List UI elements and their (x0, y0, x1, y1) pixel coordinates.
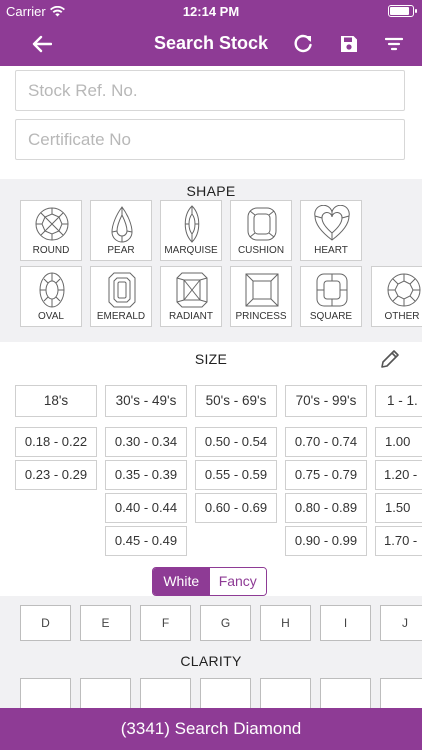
search-diamond-button[interactable]: (3341) Search Diamond (0, 708, 422, 750)
save-icon[interactable] (335, 30, 363, 58)
certificate-input[interactable] (15, 119, 405, 160)
shape-round[interactable]: ROUND (20, 200, 82, 261)
marquise-diamond-icon (184, 205, 200, 243)
emerald-diamond-icon (108, 272, 136, 308)
size-group-header[interactable]: 50's - 69's (195, 385, 277, 417)
shape-label: PRINCESS (235, 311, 287, 322)
heart-diamond-icon (314, 205, 350, 241)
size-range[interactable]: 0.18 - 0.22 (15, 427, 97, 457)
color-option[interactable]: E (80, 605, 131, 641)
search-stock-screen: Carrier 12:14 PM Search Stock SHAPE (0, 0, 422, 750)
size-range[interactable]: 0.35 - 0.39 (105, 460, 187, 490)
size-range[interactable]: 0.40 - 0.44 (105, 493, 187, 523)
size-range[interactable]: 0.23 - 0.29 (15, 460, 97, 490)
color-option[interactable]: J (380, 605, 422, 641)
size-group-header[interactable]: 70's - 99's (285, 385, 367, 417)
shape-radiant[interactable]: RADIANT (160, 266, 222, 327)
fancy-toggle-button[interactable]: Fancy (209, 568, 266, 595)
navigation-bar: Search Stock (0, 22, 422, 66)
refresh-icon[interactable] (289, 30, 317, 58)
size-range[interactable]: 1.70 - (375, 526, 422, 556)
shape-other[interactable]: OTHER (371, 266, 422, 327)
shape-label: PEAR (107, 245, 135, 256)
shape-heart[interactable]: HEART (300, 200, 362, 261)
color-option[interactable]: F (140, 605, 191, 641)
filter-icon[interactable] (380, 30, 408, 58)
size-range[interactable]: 1.20 - (375, 460, 422, 490)
clock: 12:14 PM (182, 4, 240, 19)
other-diamond-icon (387, 273, 421, 307)
shape-oval[interactable]: OVAL (20, 266, 82, 327)
shape-marquise[interactable]: MARQUISE (160, 200, 222, 261)
color-option[interactable]: H (260, 605, 311, 641)
shape-label: CUSHION (237, 245, 285, 256)
pear-diamond-icon (111, 206, 133, 243)
cushion-diamond-icon (247, 207, 277, 241)
stock-ref-input[interactable] (15, 70, 405, 111)
size-range[interactable]: 0.75 - 0.79 (285, 460, 367, 490)
size-range[interactable]: 0.70 - 0.74 (285, 427, 367, 457)
square-diamond-icon (316, 273, 348, 307)
size-range[interactable]: 0.55 - 0.59 (195, 460, 277, 490)
size-range[interactable]: 1.00 (375, 427, 422, 457)
size-heading: SIZE (194, 351, 228, 367)
round-diamond-icon (35, 207, 69, 241)
color-option[interactable]: G (200, 605, 251, 641)
shape-label: SQUARE (309, 311, 353, 322)
size-range[interactable]: 0.50 - 0.54 (195, 427, 277, 457)
size-group-header[interactable]: 30's - 49's (105, 385, 187, 417)
shape-cushion[interactable]: CUSHION (230, 200, 292, 261)
shape-label: RADIANT (169, 311, 213, 322)
shape-label: HEART (314, 245, 348, 256)
color-option[interactable]: D (20, 605, 71, 641)
size-group-header[interactable]: 1 - 1. (375, 385, 422, 417)
size-range[interactable]: 0.80 - 0.89 (285, 493, 367, 523)
shape-pear[interactable]: PEAR (90, 200, 152, 261)
status-bar: Carrier 12:14 PM (0, 0, 422, 22)
size-range[interactable]: 0.60 - 0.69 (195, 493, 277, 523)
shape-princess[interactable]: PRINCESS (230, 266, 292, 327)
size-group-header[interactable]: 18's (15, 385, 97, 417)
size-range[interactable]: 0.90 - 0.99 (285, 526, 367, 556)
shape-label: OVAL (38, 311, 64, 322)
edit-pencil-icon[interactable] (378, 347, 402, 371)
color-type-toggle: White Fancy (152, 567, 267, 596)
shape-label: ROUND (32, 245, 70, 256)
size-range[interactable]: 0.45 - 0.49 (105, 526, 187, 556)
princess-diamond-icon (245, 273, 279, 307)
shape-label: EMERALD (96, 311, 146, 322)
battery-icon (388, 5, 417, 17)
white-toggle-button[interactable]: White (153, 568, 210, 595)
clarity-heading: CLARITY (180, 653, 242, 669)
radiant-diamond-icon (176, 272, 208, 308)
shape-section: SHAPE ROUND PEAR MARQUISE CUSHION HEART … (0, 179, 422, 342)
size-range[interactable]: 1.50 (375, 493, 422, 523)
shape-label: OTHER (384, 311, 420, 322)
size-range[interactable]: 0.30 - 0.34 (105, 427, 187, 457)
shape-label: MARQUISE (164, 245, 218, 256)
color-option[interactable]: I (320, 605, 371, 641)
oval-diamond-icon (39, 272, 65, 308)
shape-heading: SHAPE (186, 183, 236, 199)
shape-square[interactable]: SQUARE (300, 266, 362, 327)
shape-emerald[interactable]: EMERALD (90, 266, 152, 327)
